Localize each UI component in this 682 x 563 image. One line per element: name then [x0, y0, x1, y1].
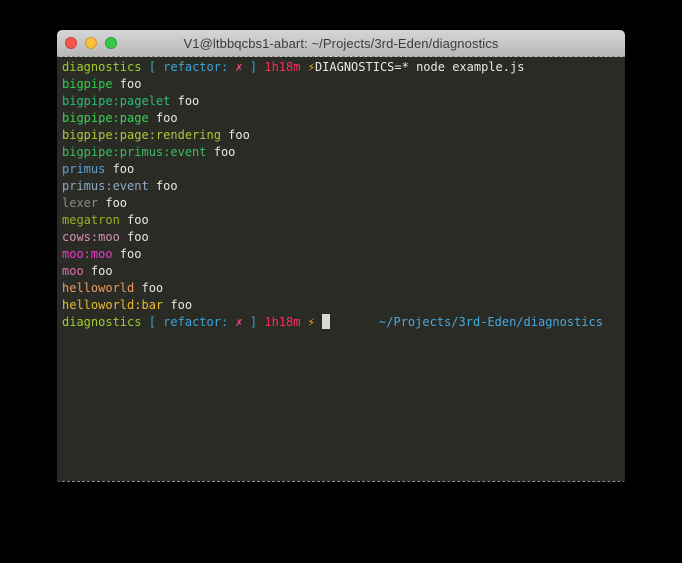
terminal-cursor	[322, 314, 330, 329]
terminal-text-segment: foo	[149, 111, 178, 125]
terminal-line-left: lexer foo	[62, 195, 127, 212]
terminal-text-segment: ]	[243, 60, 265, 74]
terminal-line-left: bigpipe:page:rendering foo	[62, 127, 250, 144]
terminal-line: primus foo	[62, 161, 625, 178]
terminal-text-segment: primus:event	[62, 179, 149, 193]
terminal-text-segment: bigpipe:primus:event	[62, 145, 207, 159]
terminal-line-left: bigpipe:pagelet foo	[62, 93, 199, 110]
terminal-text-segment: bigpipe	[62, 77, 113, 91]
terminal-text-segment: [ refactor:	[149, 315, 236, 329]
terminal-text-segment: ✗	[235, 315, 242, 329]
terminal-text-segment	[300, 315, 307, 329]
window-title: V1@ltbbqcbs1-abart: ~/Projects/3rd-Eden/…	[184, 36, 499, 51]
terminal-line: megatron foo	[62, 212, 625, 229]
terminal-text-segment: foo	[98, 196, 127, 210]
terminal-output[interactable]: diagnostics [ refactor: ✗ ] 1h18m ⚡DIAGN…	[57, 57, 625, 481]
terminal-text-segment: diagnostics	[62, 60, 141, 74]
terminal-line: diagnostics [ refactor: ✗ ] 1h18m ⚡DIAGN…	[62, 59, 625, 76]
terminal-line-left: bigpipe foo	[62, 76, 141, 93]
terminal-line: moo foo	[62, 263, 625, 280]
terminal-text-segment: moo:moo	[62, 247, 113, 261]
terminal-line-left: diagnostics [ refactor: ✗ ] 1h18m ⚡DIAGN…	[62, 59, 524, 76]
terminal-text-segment: foo	[84, 264, 113, 278]
terminal-line: primus:event foo	[62, 178, 625, 195]
terminal-text-segment	[141, 315, 148, 329]
terminal-line: lexer foo	[62, 195, 625, 212]
terminal-line: moo:moo foo	[62, 246, 625, 263]
terminal-text-segment: bigpipe:page	[62, 111, 149, 125]
terminal-line-left: helloworld:bar foo	[62, 297, 192, 314]
window-titlebar[interactable]: V1@ltbbqcbs1-abart: ~/Projects/3rd-Eden/…	[57, 30, 625, 57]
terminal-text-segment: foo	[120, 213, 149, 227]
terminal-text-segment: foo	[120, 230, 149, 244]
terminal-text-segment: foo	[134, 281, 163, 295]
terminal-text-segment: primus	[62, 162, 105, 176]
terminal-text-segment: diagnostics	[62, 315, 141, 329]
terminal-line-left: bigpipe:primus:event foo	[62, 144, 235, 161]
terminal-text-segment: lexer	[62, 196, 98, 210]
terminal-text-segment: DIAGNOSTICS=* node example.js	[315, 60, 525, 74]
terminal-text-segment: cows:moo	[62, 230, 120, 244]
terminal-line: bigpipe:pagelet foo	[62, 93, 625, 110]
terminal-line-left: cows:moo foo	[62, 229, 149, 246]
window-controls	[65, 37, 117, 49]
terminal-text-segment: bigpipe:page:rendering	[62, 128, 221, 142]
terminal-line-left: primus:event foo	[62, 178, 178, 195]
terminal-window: V1@ltbbqcbs1-abart: ~/Projects/3rd-Eden/…	[57, 30, 625, 482]
terminal-text-segment: moo	[62, 264, 84, 278]
terminal-text-segment: ]	[243, 315, 265, 329]
terminal-text-segment: foo	[207, 145, 236, 159]
terminal-text-segment: [ refactor:	[149, 60, 236, 74]
terminal-text-segment: bigpipe:pagelet	[62, 94, 170, 108]
terminal-line-spacer	[330, 314, 379, 331]
terminal-line-left: primus foo	[62, 161, 134, 178]
terminal-text-segment: foo	[170, 94, 199, 108]
terminal-text-segment: foo	[149, 179, 178, 193]
terminal-line: diagnostics [ refactor: ✗ ] 1h18m ⚡ ~/Pr…	[62, 314, 625, 331]
terminal-line-right-prompt: ~/Projects/3rd-Eden/diagnostics	[379, 314, 625, 331]
terminal-line: helloworld foo	[62, 280, 625, 297]
terminal-line: bigpipe:primus:event foo	[62, 144, 625, 161]
terminal-text-segment: foo	[163, 298, 192, 312]
terminal-text-segment: ⚡	[308, 60, 315, 74]
terminal-line-left: bigpipe:page foo	[62, 110, 178, 127]
terminal-text-segment: ✗	[235, 60, 242, 74]
terminal-line-left: helloworld foo	[62, 280, 163, 297]
terminal-text-segment: helloworld	[62, 281, 134, 295]
terminal-line: bigpipe foo	[62, 76, 625, 93]
minimize-button[interactable]	[85, 37, 97, 49]
terminal-line-left: diagnostics [ refactor: ✗ ] 1h18m ⚡	[62, 314, 330, 331]
terminal-text-segment	[300, 60, 307, 74]
terminal-line: bigpipe:page:rendering foo	[62, 127, 625, 144]
terminal-text-segment	[141, 60, 148, 74]
terminal-line-left: moo foo	[62, 263, 113, 280]
terminal-text-segment	[315, 315, 322, 329]
close-button[interactable]	[65, 37, 77, 49]
terminal-text-segment: 1h18m	[264, 315, 300, 329]
terminal-line: helloworld:bar foo	[62, 297, 625, 314]
terminal-text-segment: helloworld:bar	[62, 298, 163, 312]
terminal-text-segment: foo	[221, 128, 250, 142]
terminal-text-segment: ⚡	[308, 315, 315, 329]
terminal-text-segment: megatron	[62, 213, 120, 227]
terminal-line-left: megatron foo	[62, 212, 149, 229]
terminal-text-segment: foo	[105, 162, 134, 176]
terminal-text-segment: foo	[113, 77, 142, 91]
terminal-line-left: moo:moo foo	[62, 246, 141, 263]
terminal-line: cows:moo foo	[62, 229, 625, 246]
terminal-text-segment: ~/Projects/3rd-Eden/diagnostics	[379, 315, 603, 329]
zoom-button[interactable]	[105, 37, 117, 49]
terminal-line: bigpipe:page foo	[62, 110, 625, 127]
terminal-text-segment: 1h18m	[264, 60, 300, 74]
terminal-text-segment: foo	[113, 247, 142, 261]
